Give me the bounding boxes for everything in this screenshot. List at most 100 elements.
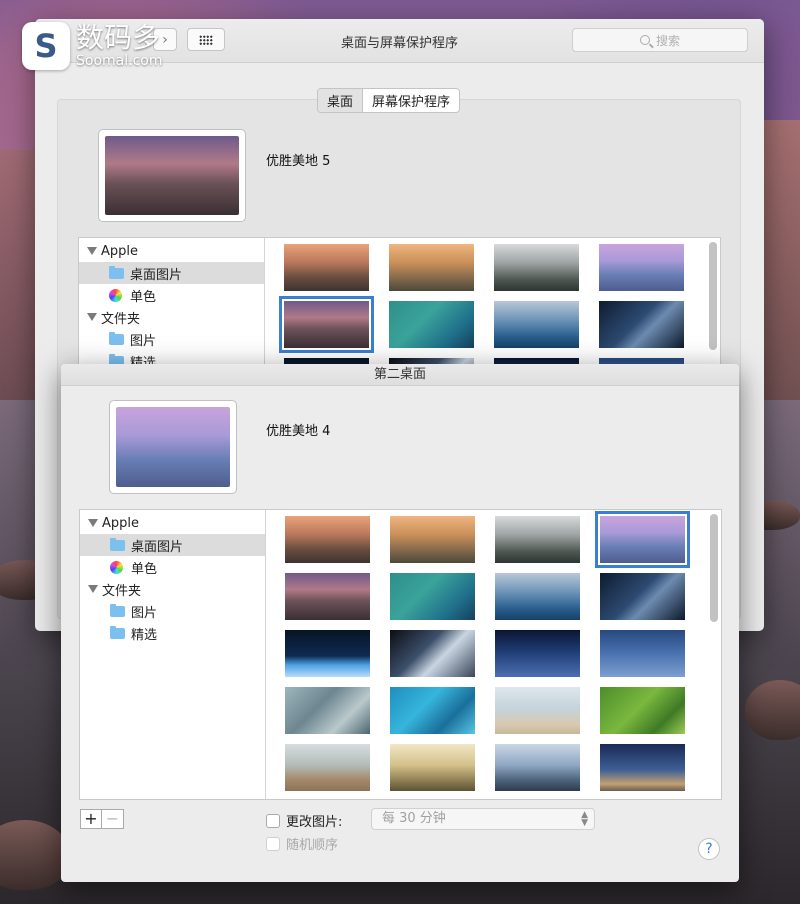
sidebar-item-label: 单色 [131,561,158,577]
wallpaper-thumbnail[interactable] [285,630,370,677]
sidebar-item[interactable]: 桌面图片 [79,262,264,284]
sidebar-item-label: Apple [102,515,140,531]
sidebar-item[interactable]: Apple [80,512,265,534]
search-field[interactable]: 搜索 [572,28,748,52]
sidebar-item[interactable]: 图片 [80,600,265,622]
sidebar-item[interactable]: 桌面图片 [80,534,265,556]
preview-image [105,136,239,215]
scrollbar[interactable] [709,242,717,350]
sidebar-item[interactable]: Apple [79,240,264,262]
random-order-row: 随机顺序 [266,834,338,853]
updown-chevron-icon: ▲ ▼ [581,810,588,828]
logo-text-cn: 数码多 [76,21,161,54]
background-mountain-right [760,120,800,420]
sidebar-item-label: 文件夹 [101,311,141,327]
random-order-label: 随机顺序 [286,838,339,853]
folder-icon [109,265,124,279]
wallpaper-thumbnail[interactable] [599,244,684,291]
sidebar-item[interactable]: 单色 [80,556,265,578]
wallpaper-thumbnail[interactable] [389,244,474,291]
wallpaper-thumbnail[interactable] [494,301,579,348]
wallpaper-thumbnail[interactable] [600,687,685,734]
wallpaper-name: 优胜美地 4 [266,424,331,439]
add-remove-control: + − [80,809,124,829]
random-order-checkbox[interactable] [266,836,280,851]
remove-button[interactable]: − [102,809,124,829]
wallpaper-thumbnail[interactable] [390,687,475,734]
wallpaper-thumbnail[interactable] [495,687,580,734]
help-button[interactable]: ? [698,838,720,860]
change-picture-row: 更改图片: [266,811,342,830]
thumbnail-grid [267,510,705,799]
change-picture-label: 更改图片: [286,815,343,830]
thumbnail-grid [266,238,704,366]
wallpaper-thumbnail[interactable] [390,573,475,620]
wallpaper-browser: Apple 桌面图片单色文件夹 图片精选 [79,509,722,800]
wallpaper-preview [98,129,246,222]
wallpaper-thumbnail[interactable] [495,744,580,791]
add-button[interactable]: + [80,809,102,829]
sidebar-item[interactable]: 精选 [80,622,265,644]
sidebar-item-label: 精选 [131,627,158,643]
window-title: 第二桌面 [61,364,739,386]
logo-icon: S [22,22,70,70]
folder-icon [109,331,124,345]
source-sidebar: Apple 桌面图片 单色 文件夹 图片 精选 [79,238,265,371]
wallpaper-thumbnail[interactable] [284,244,369,291]
folder-icon [110,537,125,551]
wallpaper-thumbnail[interactable] [285,744,370,791]
wallpaper-name: 优胜美地 5 [266,154,331,169]
sidebar-item-label: 桌面图片 [131,539,184,555]
sidebar-item-label: 文件夹 [102,583,142,599]
tab-screensaver[interactable]: 屏幕保护程序 [363,89,459,112]
scrollbar[interactable] [710,514,718,622]
wallpaper-thumbnail[interactable] [600,573,685,620]
folder-icon [110,603,125,617]
wallpaper-thumbnail[interactable] [600,630,685,677]
wallpaper-thumbnail[interactable] [390,630,475,677]
wallpaper-thumbnail[interactable] [495,573,580,620]
sidebar-item-label: 单色 [130,289,157,305]
interval-select[interactable]: 每 30 分钟 ▲ ▼ [371,808,595,830]
color-wheel-icon [109,288,122,302]
wallpaper-thumbnail[interactable] [390,516,475,563]
search-placeholder: 搜索 [655,33,680,48]
color-wheel-icon [110,560,123,574]
wallpaper-thumbnail[interactable] [285,516,370,563]
logo-text-en: Soomal.com [76,53,163,69]
background-rock [745,680,800,740]
preview-image [116,407,230,487]
wallpaper-thumbnail[interactable] [285,573,370,620]
disclosure-triangle-icon[interactable] [87,313,97,321]
wallpaper-thumbnail[interactable] [595,511,690,568]
disclosure-triangle-icon[interactable] [88,585,98,593]
watermark-logo: S 数码多 Soomal.com [22,22,162,70]
tab-desktop[interactable]: 桌面 [318,89,364,112]
tab-control: 桌面 屏幕保护程序 [317,88,461,113]
sidebar-item[interactable]: 文件夹 [80,578,265,600]
background-mountain-left [0,150,40,410]
sidebar-item[interactable]: 单色 [79,284,264,306]
search-icon [639,35,650,45]
sidebar-item-label: 图片 [130,333,157,349]
wallpaper-thumbnail[interactable] [389,301,474,348]
change-picture-checkbox[interactable] [266,813,280,828]
wallpaper-thumbnail[interactable] [494,244,579,291]
wallpaper-thumbnail[interactable] [599,301,684,348]
source-sidebar: Apple 桌面图片单色文件夹 图片精选 [80,510,266,799]
wallpaper-thumbnail[interactable] [600,744,685,791]
sidebar-item-label: 桌面图片 [130,267,183,283]
sidebar-item[interactable]: 图片 [79,328,264,350]
wallpaper-thumbnail[interactable] [390,744,475,791]
sidebar-item-label: Apple [101,243,139,259]
disclosure-triangle-icon[interactable] [88,519,98,527]
interval-value: 每 30 分钟 [382,811,446,826]
wallpaper-preview [109,400,237,494]
second-desktop-window: 第二桌面 优胜美地 4 Apple 桌面图片单色文件夹 图片精选 + − 更改图片:… [61,364,739,882]
wallpaper-thumbnail[interactable] [279,296,374,353]
sidebar-item[interactable]: 文件夹 [79,306,264,328]
wallpaper-thumbnail[interactable] [495,516,580,563]
wallpaper-thumbnail[interactable] [495,630,580,677]
wallpaper-thumbnail[interactable] [285,687,370,734]
disclosure-triangle-icon[interactable] [87,247,97,255]
